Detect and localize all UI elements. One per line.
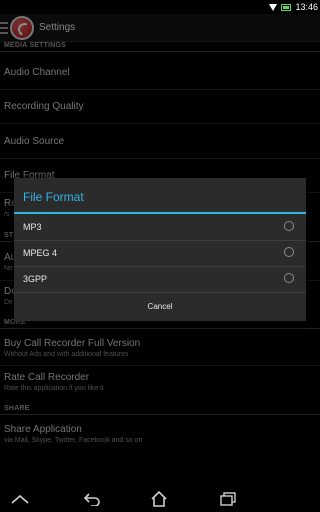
radio-button[interactable] (284, 273, 294, 283)
radio-button[interactable] (284, 247, 294, 257)
back-icon[interactable] (82, 491, 102, 507)
option-mp3[interactable]: MP3 (14, 214, 306, 240)
option-label: 3GPP (23, 274, 48, 284)
status-bar: 13:46 (0, 0, 320, 14)
home-icon[interactable] (149, 491, 169, 507)
recent-apps-icon[interactable] (218, 491, 238, 507)
wifi-icon (269, 3, 278, 11)
battery-icon (281, 3, 292, 11)
option-3gpp[interactable]: 3GPP (14, 266, 306, 292)
cancel-button[interactable]: Cancel (14, 292, 306, 321)
file-format-dialog: File Format MP3 MPEG 4 3GPP Cancel (14, 178, 306, 321)
option-mpeg4[interactable]: MPEG 4 (14, 240, 306, 266)
option-label: MP3 (23, 222, 42, 232)
option-label: MPEG 4 (23, 248, 58, 258)
hide-keyboard-chevron-icon[interactable] (10, 491, 30, 507)
dialog-title: File Format (23, 190, 84, 204)
navigation-bar (0, 486, 320, 512)
radio-button[interactable] (284, 221, 294, 231)
status-icons: 13:46 (269, 0, 318, 14)
status-time: 13:46 (295, 2, 318, 12)
